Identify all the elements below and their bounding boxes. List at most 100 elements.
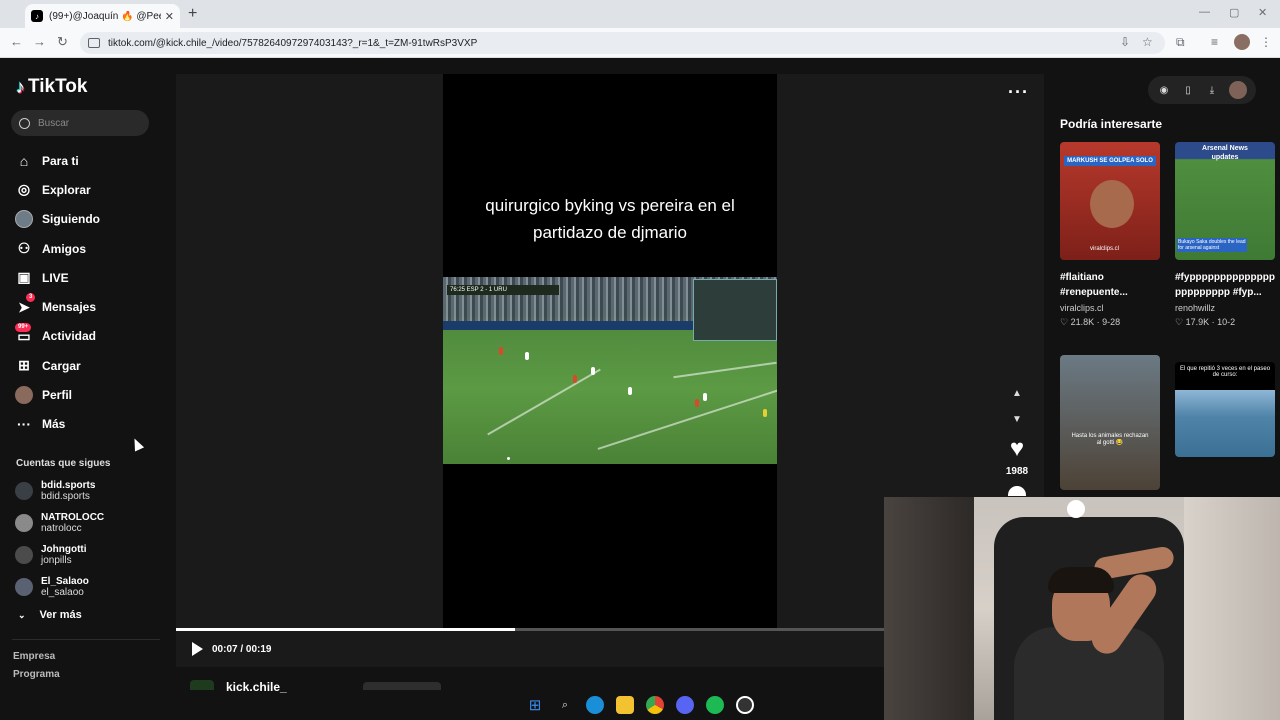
nav-item-amigos[interactable]: ⚇ Amigos	[15, 234, 100, 263]
user-avatar[interactable]	[1229, 81, 1247, 99]
upload-icon: ⊞	[18, 357, 30, 374]
nav-item-para-ti[interactable]: ⌂ Para ti	[15, 146, 100, 175]
bookmark-star-icon[interactable]: ☆	[1142, 35, 1153, 49]
nav-label: Para ti	[42, 153, 79, 168]
coins-icon[interactable]: ◉	[1157, 85, 1171, 96]
player	[763, 409, 767, 417]
nav-item-mas[interactable]: ··· Más	[15, 410, 100, 439]
following-account[interactable]: Johngotti jonpills	[15, 544, 87, 566]
recommended-video-card[interactable]: MARKUSH SE GOLPEA SOLO viralclips.cl #fl…	[1060, 142, 1160, 328]
account-avatar	[15, 546, 33, 564]
account-handle: bdid.sports	[41, 491, 90, 502]
spotify-icon[interactable]	[706, 696, 724, 714]
live-icon: ▣	[17, 269, 31, 286]
obs-icon[interactable]	[736, 696, 754, 714]
recommended-video-card[interactable]: El que repitió 3 veces en el paseo de cu…	[1175, 362, 1275, 457]
windows-start-icon[interactable]: ⊞	[526, 696, 544, 714]
browser-profile-avatar[interactable]	[1234, 34, 1250, 50]
nav-item-live[interactable]: ▣ LIVE	[15, 263, 100, 292]
home-icon: ⌂	[19, 152, 29, 169]
nav-label: Actividad	[42, 329, 97, 344]
browser-tab[interactable]: ♪ (99+)@Joaquín 🔥 @Peereira7 ✕	[25, 4, 180, 28]
player	[525, 352, 529, 360]
time-display: 00:07 / 00:19	[212, 643, 272, 655]
nav-item-cargar[interactable]: ⊞ Cargar	[15, 351, 100, 380]
like-heart-icon[interactable]: ♥	[1004, 435, 1030, 462]
account-handle: jonpills	[41, 555, 72, 566]
site-info-icon[interactable]	[88, 38, 100, 48]
tiktok-logo[interactable]: ♪ TikTok	[16, 76, 87, 98]
nav-item-actividad[interactable]: ▭ 99+ Actividad	[15, 322, 100, 351]
thumb-text: Hasta los animales rechazan al gotti 😂	[1071, 433, 1149, 446]
account-name: Johngotti	[41, 544, 87, 555]
media-controls-icon[interactable]: ≡	[1211, 35, 1218, 49]
ball	[507, 457, 510, 460]
extensions-icon[interactable]: ⧉	[1176, 35, 1185, 50]
video-thumbnail: MARKUSH SE GOLPEA SOLO viralclips.cl	[1060, 142, 1160, 260]
footer-link-empresa[interactable]: Empresa	[13, 651, 55, 662]
chrome-icon[interactable]	[646, 696, 664, 714]
friends-icon: ⚇	[17, 240, 31, 257]
edge-icon[interactable]	[586, 696, 604, 714]
close-tab-icon[interactable]: ✕	[165, 10, 174, 23]
following-account[interactable]: NATROLOCC natrolocc	[15, 512, 104, 534]
nav-label: Mensajes	[42, 300, 97, 315]
nav-item-explorar[interactable]: ◎ Explorar	[15, 175, 100, 204]
following-account[interactable]: bdid.sports bdid.sports	[15, 480, 95, 502]
card-author[interactable]: renohwillz	[1175, 303, 1275, 313]
discord-icon[interactable]	[676, 696, 694, 714]
search-input[interactable]	[38, 117, 138, 129]
recommended-video-card[interactable]: Hasta los animales rechazan al gotti 😂	[1060, 355, 1160, 490]
recommended-video-card[interactable]: Arsenal News updates Bukayo Saka doubles…	[1175, 142, 1275, 328]
author-avatar[interactable]	[190, 680, 214, 690]
card-caption: #fyppppppppppppppppppppppp #fyp...	[1175, 272, 1275, 298]
footer-link-programa[interactable]: Programa	[13, 669, 60, 680]
browser-tab-bar: ♪ (99+)@Joaquín 🔥 @Peereira7 ✕ + — ▢ ✕	[0, 0, 1280, 28]
video-thumbnail: Hasta los animales rechazan al gotti 😂	[1060, 355, 1160, 490]
search-box[interactable]	[11, 110, 149, 136]
file-explorer-icon[interactable]	[616, 696, 634, 714]
scorebug: 76:25 ESP 2 - 1 URU	[447, 285, 559, 295]
maximize-icon[interactable]: ▢	[1229, 6, 1239, 19]
chair-logo	[1067, 500, 1085, 518]
device-icon[interactable]: ▯	[1181, 85, 1195, 96]
windows-taskbar: ⊞ ⌕	[520, 690, 760, 720]
thumb-watermark: viralclips.cl	[1090, 246, 1120, 252]
minimize-icon[interactable]: —	[1199, 6, 1210, 18]
thumb-subtitle: Bukayo Saka doubles the lead for arsenal…	[1177, 238, 1247, 252]
install-app-icon[interactable]: ⇩	[1120, 35, 1130, 49]
card-likes: 21.8K	[1070, 317, 1095, 327]
card-author[interactable]: viralclips.cl	[1060, 303, 1160, 313]
more-options-icon[interactable]: ···	[1008, 82, 1029, 103]
reload-icon[interactable]: ↻	[57, 34, 68, 50]
browser-menu-icon[interactable]: ⋮	[1260, 35, 1272, 49]
see-more-button[interactable]: ⌄ Ver más	[18, 609, 82, 621]
new-tab-icon[interactable]: +	[188, 5, 197, 23]
play-icon[interactable]	[192, 642, 203, 656]
previous-video-icon[interactable]: ▲	[1012, 388, 1022, 399]
nav-item-siguiendo[interactable]: Siguiendo	[15, 205, 100, 234]
nav-item-mensajes[interactable]: ➤ 3 Mensajes	[15, 292, 100, 321]
player	[695, 399, 699, 407]
video-thumbnail: Arsenal News updates Bukayo Saka doubles…	[1175, 142, 1275, 260]
nav-item-perfil[interactable]: Perfil	[15, 380, 100, 409]
author-name[interactable]: kick.chile_	[226, 680, 287, 694]
forward-icon[interactable]: →	[33, 34, 46, 49]
account-avatar	[15, 482, 33, 500]
back-icon[interactable]: ←	[10, 34, 23, 49]
compass-icon: ◎	[17, 181, 31, 198]
next-video-icon[interactable]: ▼	[1012, 414, 1022, 425]
address-bar[interactable]: tiktok.com/@kick.chile_/video/7578264097…	[80, 32, 1165, 54]
search-icon[interactable]: ⌕	[556, 696, 574, 714]
nav-label: LIVE	[42, 270, 69, 285]
card-likes: 17.9K	[1185, 317, 1210, 327]
following-account[interactable]: El_Salaoo el_salaoo	[15, 576, 89, 598]
video-stage[interactable]: quirurgico byking vs pereira en el parti…	[443, 74, 777, 630]
close-window-icon[interactable]: ✕	[1258, 6, 1267, 19]
comment-icon[interactable]	[1008, 486, 1026, 496]
follow-button[interactable]	[363, 682, 441, 690]
card-date: 9-28	[1102, 317, 1121, 327]
tiktok-favicon-icon: ♪	[31, 10, 43, 22]
download-icon[interactable]: ⤓	[1205, 85, 1219, 96]
playback-controls: 00:07 / 00:19	[192, 642, 272, 656]
